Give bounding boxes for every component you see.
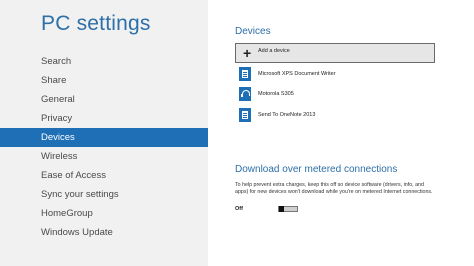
headset-icon [239,87,253,101]
app-title: PC settings [41,12,151,35]
nav-item-general[interactable]: General [0,90,208,109]
device-name: Motorola S305 [258,91,294,97]
settings-nav: Search Share General Privacy Devices Wir… [0,52,208,242]
metered-heading: Download over metered connections [235,164,398,175]
toggle-thumb[interactable] [279,206,284,212]
nav-item-wireless[interactable]: Wireless [0,147,208,166]
nav-item-share[interactable]: Share [0,71,208,90]
add-device-label: Add a device [258,48,290,54]
devices-pane: Devices + Add a device Microsoft XPS Doc… [208,0,474,266]
sidebar: PC settings Search Share General Privacy… [0,0,208,266]
metered-toggle-label: Off [235,206,243,212]
device-name: Send To OneNote 2013 [258,112,316,118]
metered-toggle[interactable] [278,206,298,212]
plus-icon: + [243,45,252,61]
document-icon [239,108,251,122]
nav-item-search[interactable]: Search [0,52,208,71]
nav-item-privacy[interactable]: Privacy [0,109,208,128]
add-device-button[interactable]: + Add a device [235,43,435,63]
nav-item-ease-of-access[interactable]: Ease of Access [0,166,208,185]
nav-item-homegroup[interactable]: HomeGroup [0,204,208,223]
nav-item-devices[interactable]: Devices [0,128,208,147]
nav-item-sync-settings[interactable]: Sync your settings [0,185,208,204]
metered-description: To help prevent extra charges, keep this… [235,182,433,195]
document-icon [239,67,251,81]
nav-item-windows-update[interactable]: Windows Update [0,223,208,242]
device-name: Microsoft XPS Document Writer [258,71,336,77]
devices-heading: Devices [235,26,271,37]
